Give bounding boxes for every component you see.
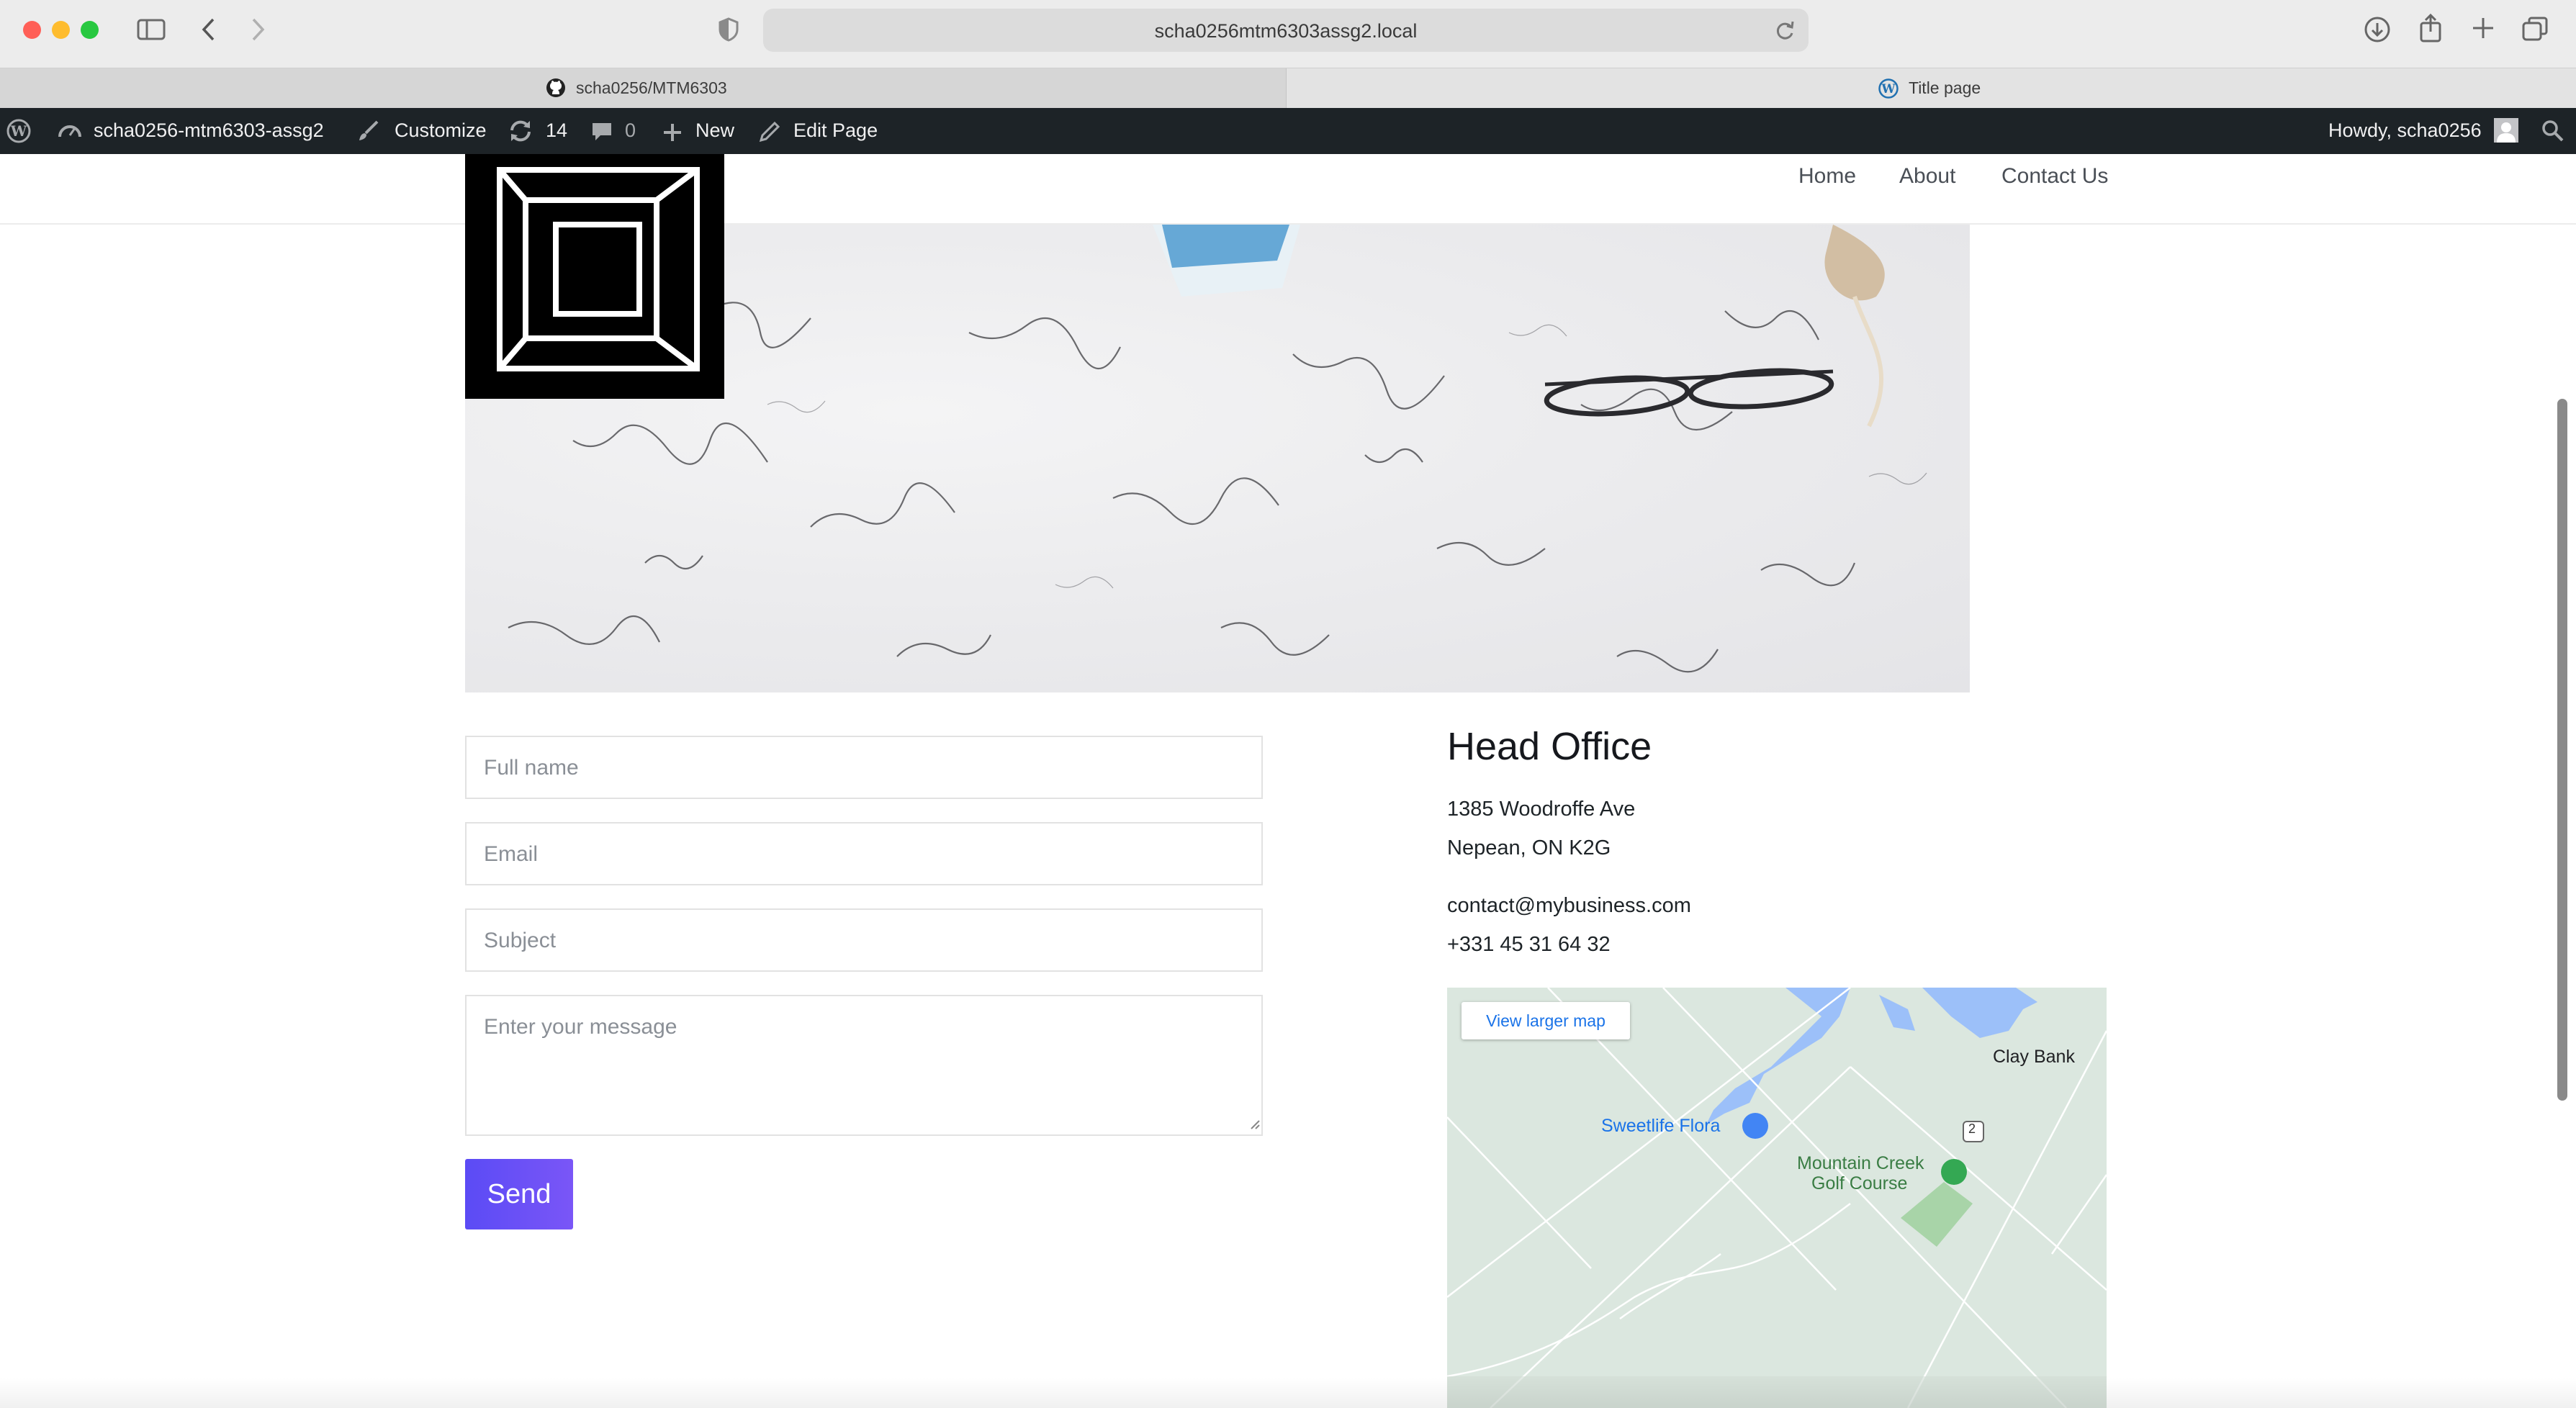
contact-phone: +331 45 31 64 32 [1447, 933, 1611, 956]
nav-contact-us[interactable]: Contact Us [2001, 164, 2108, 189]
send-button[interactable]: Send [465, 1159, 573, 1229]
back-icon[interactable] [200, 17, 216, 45]
customize-link[interactable]: Customize [395, 119, 487, 142]
reload-icon[interactable] [1774, 19, 1796, 45]
tab-bar: scha0256/MTM6303 W Title page [0, 68, 2576, 109]
svg-text:W: W [10, 122, 27, 140]
tab-title-page[interactable]: W Title page [1287, 68, 2576, 109]
twine [1824, 225, 1885, 301]
wordpress-icon: W [1878, 78, 1899, 102]
browser-toolbar: scha0256mtm6303assg2.local [0, 0, 2576, 68]
avatar[interactable] [2494, 118, 2518, 143]
share-icon[interactable] [2418, 13, 2443, 47]
glasses-icon [1544, 368, 1834, 417]
head-office-title: Head Office [1447, 725, 1652, 768]
view-larger-map-button[interactable]: View larger map [1462, 1002, 1630, 1039]
howdy-user[interactable]: Howdy, scha0256 [2328, 119, 2482, 142]
nav-home[interactable]: Home [1798, 164, 1856, 189]
full-name-input[interactable]: Full name [465, 736, 1263, 799]
wp-admin-bar: W scha0256-mtm6303-assg2 Customize 14 0 … [0, 108, 2576, 154]
page-bottom-shadow [0, 1378, 2576, 1408]
updates-icon [508, 119, 533, 146]
email-placeholder: Email [484, 842, 539, 866]
tab-label: Title page [1909, 78, 1981, 97]
subject-input[interactable]: Subject [465, 908, 1263, 972]
sidebar-toggle-icon[interactable] [137, 19, 166, 44]
nav-about[interactable]: About [1899, 164, 1955, 189]
brush-icon [357, 119, 380, 146]
site-header: Home About Contact Us [0, 154, 2576, 225]
comments-icon [590, 121, 613, 146]
github-icon [546, 78, 566, 101]
plus-icon [662, 122, 683, 146]
minimize-window-button[interactable] [52, 21, 70, 39]
new-content-link[interactable]: New [695, 119, 734, 142]
privacy-shield-icon[interactable] [719, 17, 739, 45]
new-tab-icon[interactable] [2471, 16, 2495, 44]
search-icon[interactable] [2541, 119, 2564, 146]
pencil-icon [759, 121, 780, 146]
svg-text:W: W [1881, 82, 1896, 96]
dashboard-icon [58, 119, 82, 145]
tab-overview-icon[interactable] [2521, 16, 2549, 45]
message-textarea[interactable]: Enter your message [465, 995, 1263, 1136]
tab-label: scha0256/MTM6303 [576, 78, 727, 97]
message-placeholder: Enter your message [484, 1015, 677, 1039]
comments-count[interactable]: 0 [625, 119, 636, 142]
resize-handle-icon[interactable] [1248, 1118, 1260, 1133]
forward-icon[interactable] [251, 17, 266, 45]
map-label-clay-bank: Clay Bank [1993, 1047, 2075, 1067]
edit-page-link[interactable]: Edit Page [793, 119, 878, 142]
subject-placeholder: Subject [484, 929, 557, 952]
site-name-link[interactable]: scha0256-mtm6303-assg2 [94, 119, 324, 142]
updates-count[interactable]: 14 [546, 119, 567, 142]
map-route-number: 2 [1968, 1122, 1976, 1136]
contact-email[interactable]: contact@mybusiness.com [1447, 894, 1691, 918]
map-label-mountain-creek[interactable]: Mountain Creek [1797, 1153, 1924, 1174]
site-logo[interactable] [465, 154, 724, 399]
page-scrollbar[interactable] [2557, 399, 2567, 1101]
zoom-window-button[interactable] [81, 21, 99, 39]
embedded-map[interactable]: View larger map Clay Bank Sweetlife Flor… [1447, 988, 2107, 1408]
page-content: Home About Contact Us Full name Email Su… [0, 154, 2576, 1408]
map-label-golf-course[interactable]: Golf Course [1811, 1173, 1907, 1194]
full-name-placeholder: Full name [484, 756, 579, 780]
downloads-icon[interactable] [2364, 16, 2391, 47]
wordpress-logo-icon[interactable]: W [6, 118, 32, 148]
close-window-button[interactable] [23, 21, 41, 39]
map-label-sweetlife-flora[interactable]: Sweetlife Flora [1601, 1116, 1720, 1137]
email-input[interactable]: Email [465, 822, 1263, 885]
address-line-2: Nepean, ON K2G [1447, 836, 1611, 859]
url-text: scha0256mtm6303assg2.local [1154, 20, 1418, 42]
address-line-1: 1385 Woodroffe Ave [1447, 798, 1636, 821]
address-bar[interactable]: scha0256mtm6303assg2.local [763, 9, 1809, 52]
tab-github[interactable]: scha0256/MTM6303 [0, 68, 1287, 109]
